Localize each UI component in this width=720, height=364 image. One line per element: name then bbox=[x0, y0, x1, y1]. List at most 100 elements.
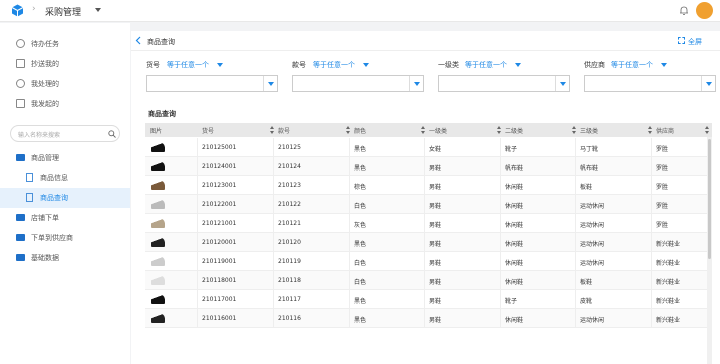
sort-icon[interactable] bbox=[421, 126, 425, 129]
sort-icon[interactable] bbox=[648, 131, 652, 134]
menu-item[interactable]: 商品查询 bbox=[0, 188, 130, 208]
breadcrumb-app[interactable]: 采购管理 bbox=[45, 5, 81, 18]
table-cell: 210121 bbox=[278, 220, 301, 227]
sidebar-item[interactable]: 我处理的 bbox=[0, 74, 130, 94]
chevron-left-icon[interactable] bbox=[135, 36, 141, 45]
folder-icon bbox=[16, 234, 25, 241]
sort-icon[interactable] bbox=[270, 126, 274, 129]
menu-item[interactable]: 下单到供应商 bbox=[0, 228, 130, 248]
dropdown-toggle[interactable] bbox=[409, 76, 423, 91]
cell-divider bbox=[500, 138, 501, 157]
table-row[interactable]: 210117001 210117 黑色 男鞋 靴子 皮靴 新兴鞋业 bbox=[145, 290, 707, 309]
product-image[interactable] bbox=[151, 199, 165, 209]
sidebar-item[interactable]: 抄送我的 bbox=[0, 54, 130, 74]
table-row[interactable]: 210116001 210116 黑色 男鞋 休闲鞋 运动休闲 新兴鞋业 bbox=[145, 309, 707, 328]
user-avatar[interactable] bbox=[696, 2, 713, 19]
sort-icon[interactable] bbox=[346, 131, 350, 134]
sort-icon[interactable] bbox=[497, 126, 501, 129]
bell-icon[interactable] bbox=[679, 5, 689, 16]
table-cell: 运动休闲 bbox=[580, 260, 605, 267]
table-cell: 休闲鞋 bbox=[505, 241, 524, 248]
caret-down-icon[interactable] bbox=[363, 63, 369, 67]
cell-divider bbox=[197, 157, 198, 176]
sort-icon[interactable] bbox=[346, 126, 350, 129]
menu-item[interactable]: 商品管理 bbox=[0, 148, 130, 168]
fullscreen-button[interactable]: 全屏 bbox=[688, 37, 702, 47]
product-image[interactable] bbox=[151, 313, 165, 323]
column-header[interactable]: 颜色 bbox=[354, 126, 366, 135]
filter-mode-select[interactable]: 等于任意一个 bbox=[611, 60, 653, 70]
table-row[interactable]: 210122001 210122 白色 男鞋 休闲鞋 运动休闲 罗胜 bbox=[145, 195, 707, 214]
dropdown-toggle[interactable] bbox=[701, 76, 715, 91]
table-row[interactable]: 210125001 210125 黑色 女鞋 靴子 马丁靴 罗胜 bbox=[145, 138, 707, 157]
table-scrollbar[interactable] bbox=[707, 137, 712, 364]
menu-item[interactable]: 基础数据 bbox=[0, 248, 130, 268]
cell-divider bbox=[349, 214, 350, 233]
table-row[interactable]: 210124001 210124 黑色 男鞋 帆布鞋 帆布鞋 罗胜 bbox=[145, 157, 707, 176]
caret-down-icon[interactable] bbox=[95, 8, 101, 12]
sidebar-item-label: 我处理的 bbox=[31, 80, 59, 88]
search-icon[interactable] bbox=[108, 130, 116, 138]
filter-mode-select[interactable]: 等于任意一个 bbox=[465, 60, 507, 70]
column-header[interactable]: 三级类 bbox=[580, 126, 598, 135]
product-image[interactable] bbox=[151, 142, 165, 152]
column-header[interactable]: 货号 bbox=[202, 126, 214, 135]
menu-item[interactable]: 商品信息 bbox=[0, 168, 130, 188]
sort-icon[interactable] bbox=[705, 131, 709, 134]
cell-divider bbox=[197, 138, 198, 157]
table-row[interactable]: 210120001 210120 黑色 男鞋 休闲鞋 运动休闲 新兴鞋业 bbox=[145, 233, 707, 252]
sidebar-item[interactable]: 待办任务 bbox=[0, 34, 130, 54]
table-cell: 210122001 bbox=[202, 201, 237, 208]
product-image[interactable] bbox=[151, 218, 165, 228]
product-image[interactable] bbox=[151, 180, 165, 190]
menu-search-input[interactable]: 输入名称来搜索 bbox=[10, 125, 120, 142]
product-image[interactable] bbox=[151, 161, 165, 171]
cube-logo-icon[interactable] bbox=[11, 4, 24, 17]
cell-divider bbox=[273, 290, 274, 309]
sort-icon[interactable] bbox=[497, 131, 501, 134]
product-image[interactable] bbox=[151, 275, 165, 285]
sort-icon[interactable] bbox=[572, 126, 576, 129]
column-header[interactable]: 款号 bbox=[278, 126, 290, 135]
table-cell: 男鞋 bbox=[429, 203, 442, 210]
column-header[interactable]: 图片 bbox=[150, 126, 162, 135]
table-cell: 男鞋 bbox=[429, 317, 442, 324]
sort-icon[interactable] bbox=[705, 126, 709, 129]
sidebar-item-label: 待办任务 bbox=[31, 40, 59, 48]
dropdown-toggle[interactable] bbox=[263, 76, 277, 91]
filter-value-select[interactable] bbox=[584, 75, 716, 92]
dropdown-toggle[interactable] bbox=[555, 76, 569, 91]
table-cell: 靴子 bbox=[505, 146, 518, 153]
caret-down-icon[interactable] bbox=[515, 63, 521, 67]
product-image[interactable] bbox=[151, 294, 165, 304]
table-row[interactable]: 210118001 210118 白色 男鞋 休闲鞋 板鞋 新兴鞋业 bbox=[145, 271, 707, 290]
product-image[interactable] bbox=[151, 256, 165, 266]
sidebar-item[interactable]: 我发起的 bbox=[0, 94, 130, 114]
filter-value-select[interactable] bbox=[438, 75, 570, 92]
filter-mode-select[interactable]: 等于任意一个 bbox=[167, 60, 209, 70]
sort-icon[interactable] bbox=[421, 131, 425, 134]
sort-icon[interactable] bbox=[648, 126, 652, 129]
table-row[interactable]: 210123001 210123 棕色 男鞋 休闲鞋 板鞋 罗胜 bbox=[145, 176, 707, 195]
caret-down-icon bbox=[560, 82, 566, 86]
filter-value-select[interactable] bbox=[146, 75, 278, 92]
cell-divider bbox=[651, 138, 652, 157]
table-cell: 黑色 bbox=[354, 298, 367, 305]
column-header[interactable]: 供应商 bbox=[656, 126, 674, 135]
fullscreen-icon[interactable] bbox=[678, 37, 685, 44]
column-header[interactable]: 二级类 bbox=[505, 126, 523, 135]
table-row[interactable]: 210119001 210119 白色 男鞋 休闲鞋 运动休闲 新兴鞋业 bbox=[145, 252, 707, 271]
cell-divider bbox=[500, 176, 501, 195]
table-row[interactable]: 210121001 210121 灰色 男鞋 休闲鞋 运动休闲 罗胜 bbox=[145, 214, 707, 233]
product-image[interactable] bbox=[151, 237, 165, 247]
filter-mode-select[interactable]: 等于任意一个 bbox=[313, 60, 355, 70]
filter-value-select[interactable] bbox=[292, 75, 424, 92]
caret-down-icon[interactable] bbox=[217, 63, 223, 67]
column-header[interactable]: 一级类 bbox=[429, 126, 447, 135]
sort-icon[interactable] bbox=[270, 131, 274, 134]
menu-item[interactable]: 店铺下单 bbox=[0, 208, 130, 228]
sort-icon[interactable] bbox=[572, 131, 576, 134]
chart-icon bbox=[26, 193, 33, 202]
caret-down-icon[interactable] bbox=[661, 63, 667, 67]
cell-divider bbox=[424, 138, 425, 157]
